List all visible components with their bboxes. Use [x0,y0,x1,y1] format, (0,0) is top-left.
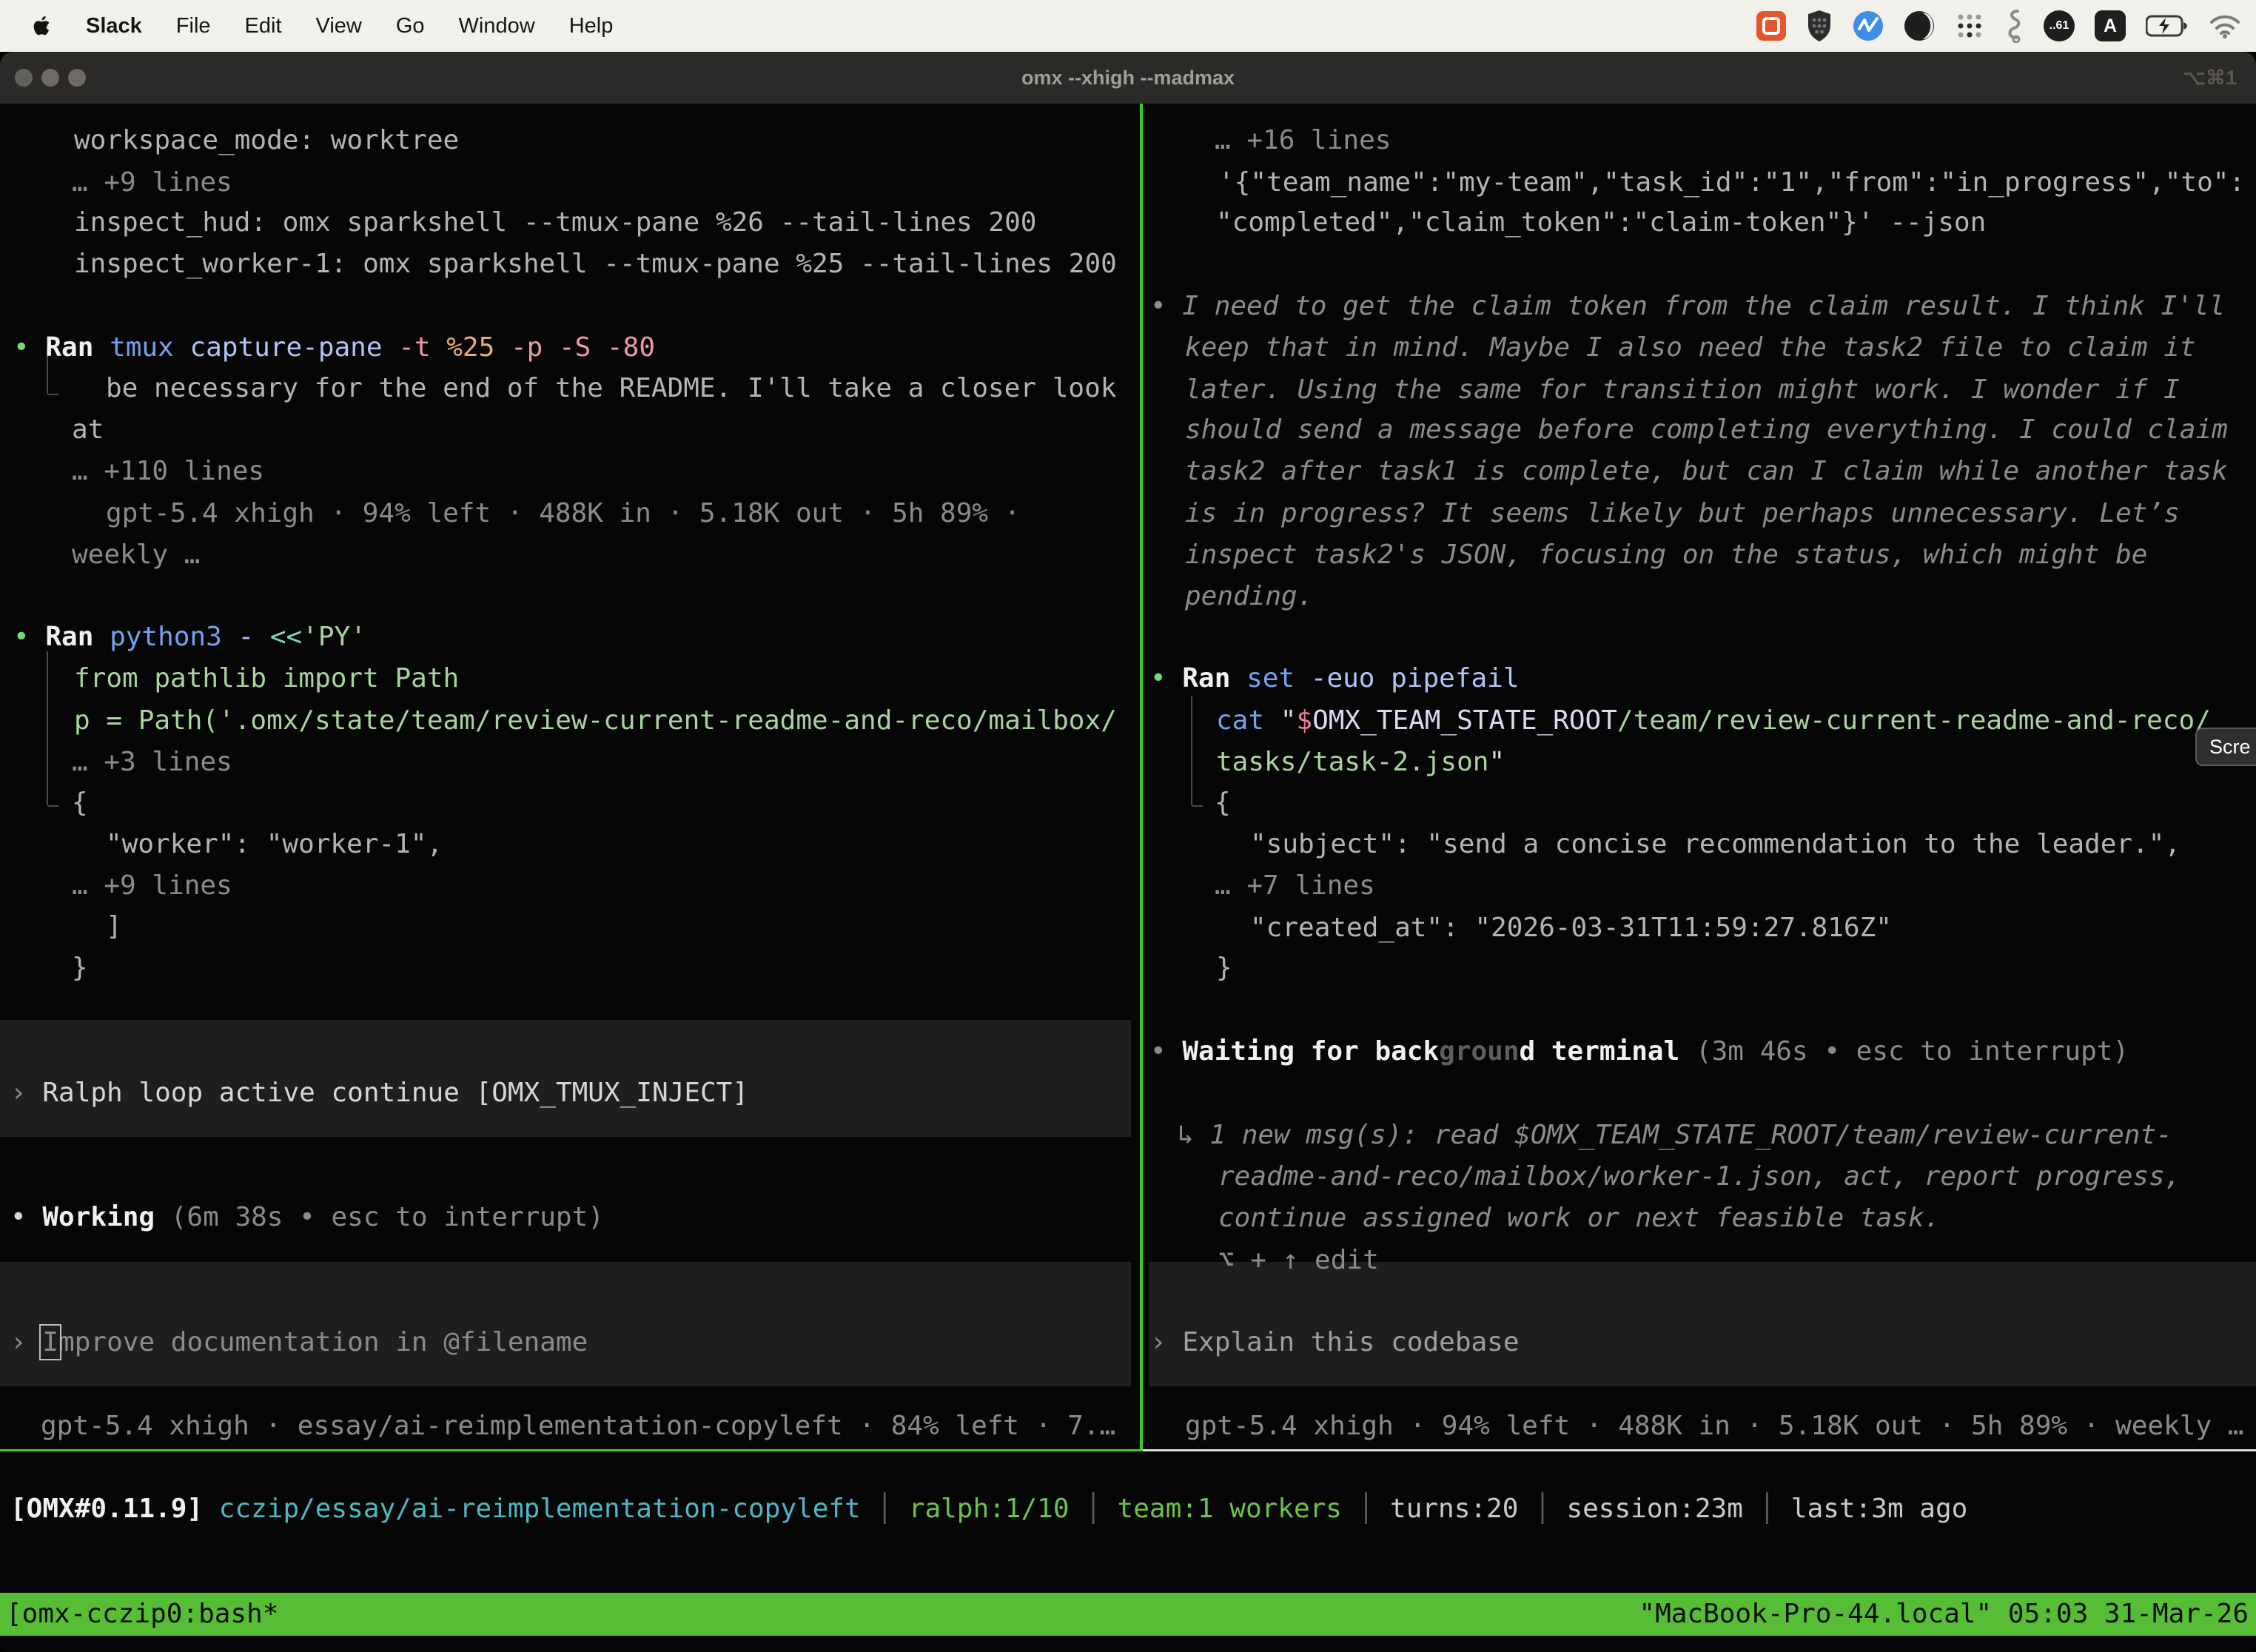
menu-item-window[interactable]: Window [459,14,535,38]
omx-status-line: [OMX#0.11.9] cczip/essay/ai-reimplementa… [0,104,2256,1593]
text-segment: cczip/essay/ai-reimplementation-copyleft [219,1494,877,1524]
apple-menu-icon[interactable] [31,13,53,38]
menu-bar: Slack File Edit View Go Window Help [0,0,2256,52]
tmux-status-bar: [omx-cczip0:bash* "MacBook-Pro-44.local"… [0,1593,2256,1636]
tmux-host-clock: "MacBook-Pro-44.local" 05:03 31-Mar-26 [1639,1593,2249,1636]
blue-activity-icon[interactable] [1853,10,1884,41]
active-pane-border [0,1449,1143,1451]
inactive-pane-border [1143,1449,2256,1451]
text-segment: team:1 workers [1118,1494,1358,1524]
terminal-window: omx --xhigh --madmax ⌥⌘1 workspace_mode:… [0,52,2256,1652]
text-segment: │ [1534,1494,1566,1524]
screen: Slack File Edit View Go Window Help [0,0,2256,1652]
chat-bubble-icon[interactable] [1756,11,1786,41]
menu-item-file[interactable]: File [176,14,211,38]
menu-item-edit[interactable]: Edit [245,14,282,38]
pane-divider[interactable] [1140,104,1143,1449]
dots-grid-icon[interactable] [1955,11,1984,41]
menu-item-go[interactable]: Go [396,14,425,38]
screen-tooltip: Scre [2195,728,2256,766]
title-bar[interactable]: omx --xhigh --madmax ⌥⌘1 [0,52,2256,104]
terminal-body: workspace_mode: worktree… +9 linesinspec… [0,104,2256,1652]
squiggle-icon[interactable] [2004,9,2024,43]
text-segment: [OMX#0.11.9] [10,1494,219,1524]
crescent-icon[interactable] [1904,10,1935,41]
window-shortcut-hint: ⌥⌘1 [2183,52,2237,104]
text-segment: │ [1759,1494,1791,1524]
text-segment: │ [1085,1494,1117,1524]
text-segment: turns:20 [1390,1494,1534,1524]
wifi-icon[interactable] [2209,13,2241,38]
tmux-session-label[interactable]: [omx-cczip0:bash* [6,1593,278,1636]
menu-item-slack[interactable]: Slack [86,14,142,38]
text-segment: ralph:1/10 [909,1494,1085,1524]
window-title: omx --xhigh --madmax [0,52,2256,104]
menu-bar-status-icons: ..61 A [1756,9,2256,43]
text-segment: │ [876,1494,908,1524]
text-segment: │ [1358,1494,1390,1524]
input-source-icon[interactable]: A [2095,10,2126,41]
menu-item-help[interactable]: Help [569,14,614,38]
percent-badge-icon[interactable]: ..61 [2044,10,2075,41]
shield-grid-icon[interactable] [1806,10,1833,42]
text-segment: last:3m ago [1791,1494,1967,1524]
menu-item-view[interactable]: View [316,14,362,38]
battery-icon[interactable] [2146,15,2189,37]
terminal-line: [OMX#0.11.9] cczip/essay/ai-reimplementa… [10,1491,1967,1528]
text-segment: session:23m [1566,1494,1759,1524]
